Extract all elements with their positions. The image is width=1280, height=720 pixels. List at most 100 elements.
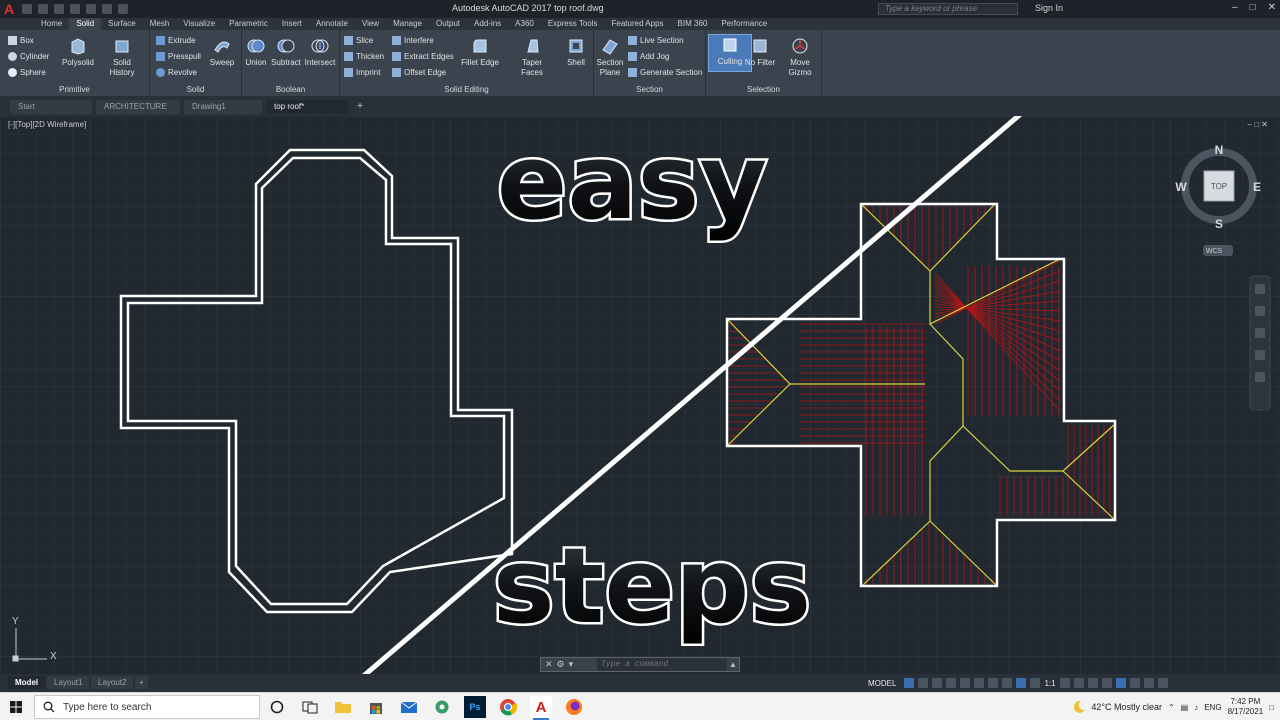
show-hidden-icons-icon[interactable]: ⌃ <box>1168 703 1175 712</box>
tab-view[interactable]: View <box>355 18 386 30</box>
volume-icon[interactable]: ♪ <box>1194 703 1198 712</box>
auto-scale-icon[interactable] <box>1030 678 1041 688</box>
windows-start-icon[interactable] <box>0 693 32 720</box>
photos-app-icon[interactable] <box>431 696 453 718</box>
tab-insert[interactable]: Insert <box>275 18 309 30</box>
layout-tab-layout2[interactable]: Layout2 <box>91 676 134 689</box>
taper-faces-button[interactable]: Taper Faces <box>510 36 554 78</box>
help-search-input[interactable]: Type a keyword or phrase <box>878 3 1018 15</box>
maximize-icon[interactable]: □ <box>1250 2 1256 13</box>
no-filter-button[interactable]: No Filter <box>738 36 782 68</box>
file-explorer-icon[interactable] <box>332 696 354 718</box>
add-jog-button[interactable]: Add Jog <box>628 52 669 61</box>
print-icon[interactable] <box>86 4 96 14</box>
weather-widget[interactable]: 42°C Mostly clear <box>1072 700 1162 714</box>
navigation-bar[interactable] <box>1249 275 1271 411</box>
command-history-icon[interactable]: ▲ <box>727 660 739 669</box>
save-as-icon[interactable] <box>70 4 80 14</box>
viewcube-east[interactable]: E <box>1253 180 1261 194</box>
tab-mesh[interactable]: Mesh <box>143 18 177 30</box>
chrome-icon[interactable] <box>497 696 519 718</box>
extrude-button[interactable]: Extrude <box>156 36 196 45</box>
close-icon[interactable]: ✕ <box>1268 2 1276 13</box>
new-icon[interactable] <box>22 4 32 14</box>
close-command-icon[interactable]: ✕ <box>545 659 553 670</box>
solid-history-button[interactable]: Solid History <box>100 36 144 78</box>
customization-icon[interactable] <box>1157 678 1168 688</box>
polar-icon[interactable] <box>946 678 957 688</box>
object-snap-tracking-icon[interactable] <box>974 678 985 688</box>
new-tab-button[interactable]: + <box>352 100 368 114</box>
tab-express-tools[interactable]: Express Tools <box>541 18 605 30</box>
autocad-taskbar-icon[interactable]: A <box>530 696 552 720</box>
generate-section-button[interactable]: Generate Section <box>628 68 702 77</box>
steering-wheel-icon[interactable] <box>1255 284 1265 294</box>
doc-tab-drawing1[interactable]: Drawing1 <box>184 100 262 114</box>
interfere-button[interactable]: Interfere <box>392 36 434 45</box>
tab-a360[interactable]: A360 <box>508 18 541 30</box>
doc-tab-start[interactable]: Start <box>10 100 92 114</box>
annotation-scale[interactable]: 1:1 <box>1044 679 1055 688</box>
tab-output[interactable]: Output <box>429 18 467 30</box>
isolate-objects-icon[interactable] <box>1115 678 1126 688</box>
quick-properties-icon[interactable] <box>1101 678 1112 688</box>
annotation-visibility-icon[interactable] <box>1016 678 1027 688</box>
sign-in-button[interactable]: Sign In <box>1035 3 1063 13</box>
ortho-icon[interactable] <box>932 678 943 688</box>
object-snap-icon[interactable] <box>988 678 999 688</box>
customize-command-icon[interactable]: ⚙ <box>557 659 565 670</box>
showmotion-icon[interactable] <box>1255 372 1265 382</box>
slice-button[interactable]: Slice <box>344 36 373 45</box>
tab-parametric[interactable]: Parametric <box>222 18 275 30</box>
grid-icon[interactable] <box>904 678 915 688</box>
hardware-acceleration-icon[interactable] <box>1129 678 1140 688</box>
sphere-button[interactable]: Sphere <box>8 68 46 77</box>
tab-visualize[interactable]: Visualize <box>176 18 222 30</box>
tab-add-ins[interactable]: Add-ins <box>467 18 508 30</box>
open-icon[interactable] <box>38 4 48 14</box>
viewport-controls-label[interactable]: [-][Top][2D Wireframe] <box>8 120 86 129</box>
save-icon[interactable] <box>54 4 64 14</box>
pan-icon[interactable] <box>1255 306 1265 316</box>
tab-manage[interactable]: Manage <box>386 18 429 30</box>
orbit-icon[interactable] <box>1255 350 1265 360</box>
clock[interactable]: 7:42 PM 8/17/2021 <box>1228 697 1264 717</box>
redo-icon[interactable] <box>118 4 128 14</box>
lineweight-icon[interactable] <box>1002 678 1013 688</box>
tab-annotate[interactable]: Annotate <box>309 18 355 30</box>
layout-tab-model[interactable]: Model <box>8 676 46 689</box>
isodraft-icon[interactable] <box>960 678 971 688</box>
add-layout-button[interactable]: + <box>135 676 148 689</box>
cylinder-button[interactable]: Cylinder <box>8 52 49 61</box>
units-icon[interactable] <box>1087 678 1098 688</box>
tab-featured-apps[interactable]: Featured Apps <box>605 18 671 30</box>
input-language[interactable]: ENG <box>1204 703 1221 712</box>
viewcube-west[interactable]: W <box>1175 180 1187 194</box>
move-gizmo-button[interactable]: Move Gizmo <box>778 36 822 78</box>
drawing-canvas[interactable]: easy steps X Y TOP N S W E WCS <box>0 116 1280 674</box>
taskbar-search-box[interactable]: Type here to search <box>34 695 260 719</box>
thicken-button[interactable]: Thicken <box>344 52 384 61</box>
tab-performance[interactable]: Performance <box>714 18 774 30</box>
mail-icon[interactable] <box>398 696 420 718</box>
fillet-edge-button[interactable]: Fillet Edge <box>458 36 502 68</box>
doc-tab-architecture[interactable]: ARCHITECTURE <box>96 100 180 114</box>
tab-home[interactable]: Home <box>34 18 69 30</box>
tab-surface[interactable]: Surface <box>101 18 143 30</box>
minimize-icon[interactable]: – <box>1232 2 1238 13</box>
drawing-area[interactable]: easy steps X Y TOP N S W E WCS [-][Top][… <box>0 116 1280 674</box>
viewport-restore-icon[interactable]: □ <box>1254 120 1259 129</box>
command-input[interactable] <box>597 658 727 671</box>
undo-icon[interactable] <box>102 4 112 14</box>
notifications-icon[interactable]: □ <box>1269 703 1274 712</box>
model-space-toggle[interactable]: MODEL <box>868 679 896 688</box>
autocad-logo-icon[interactable]: A <box>4 0 20 18</box>
presspull-button[interactable]: Presspull <box>156 52 201 61</box>
intersect-button[interactable]: Intersect <box>298 36 342 68</box>
offset-edge-button[interactable]: Offset Edge <box>392 68 446 77</box>
cortana-icon[interactable] <box>266 696 288 718</box>
wcs-menu-label[interactable]: WCS <box>1206 248 1223 255</box>
recent-commands-icon[interactable]: ▾ <box>569 659 574 670</box>
viewcube-south[interactable]: S <box>1215 217 1223 231</box>
zoom-extents-icon[interactable] <box>1255 328 1265 338</box>
